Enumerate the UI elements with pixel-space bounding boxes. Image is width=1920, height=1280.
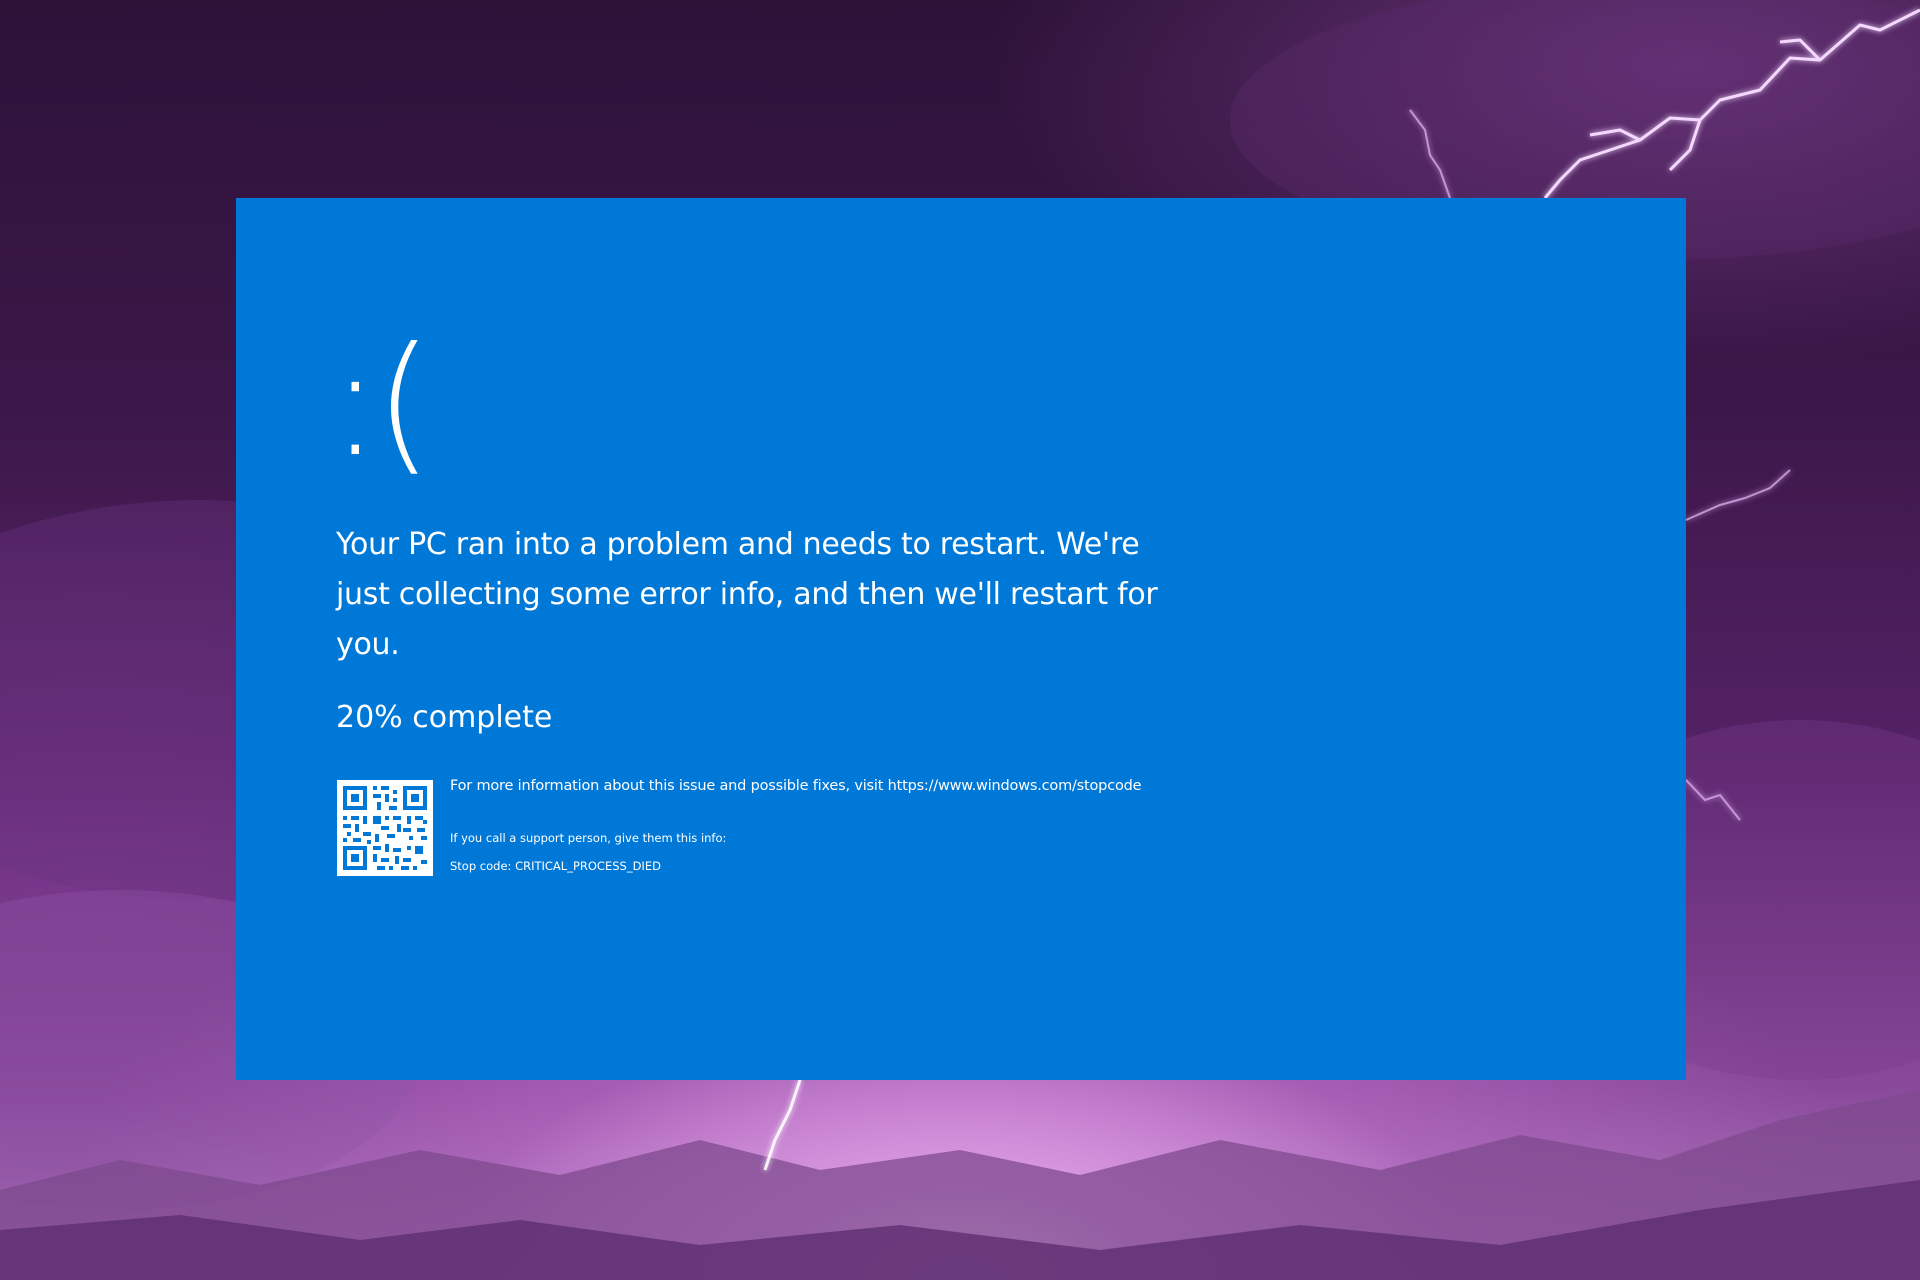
qr-code-icon xyxy=(337,780,433,876)
progress-text: 20% complete xyxy=(336,700,553,735)
sad-face-emoticon: :( xyxy=(330,316,433,490)
stop-info-block: For more information about this issue an… xyxy=(450,776,1142,874)
blue-screen-panel: :( Your PC ran into a problem and needs … xyxy=(236,198,1686,1080)
error-message: Your PC ran into a problem and needs to … xyxy=(336,527,1158,662)
support-prompt: If you call a support person, give them … xyxy=(450,831,727,845)
more-info-link-text: For more information about this issue an… xyxy=(450,778,1142,794)
stop-code: Stop code: CRITICAL_PROCESS_DIED xyxy=(450,859,661,873)
